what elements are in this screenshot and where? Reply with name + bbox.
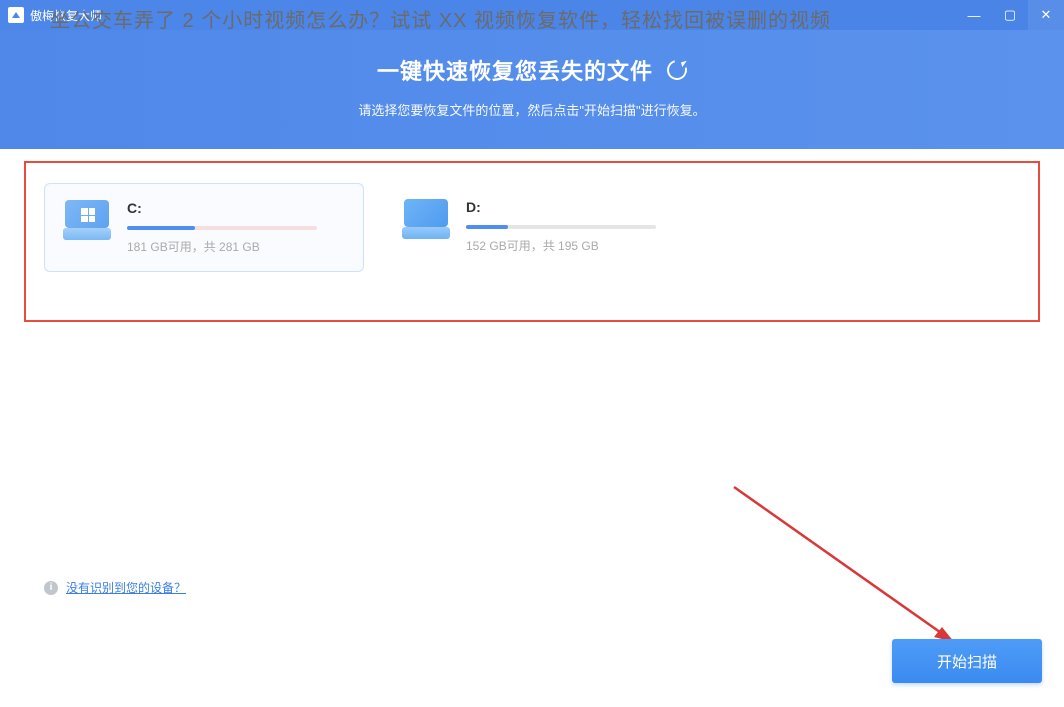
info-icon: i [44,581,58,595]
refresh-icon[interactable] [663,56,690,83]
drives-selection-box: C: 181 GB可用，共 281 GB D: 152 GB可用，共 195 G… [24,161,1040,322]
drive-letter: C: [127,200,345,216]
drive-c-icon [63,200,111,240]
overlay-caption: 坐公交车弄了 2 个小时视频怎么办？试试 XX 视频恢复软件，轻松找回被误删的视… [50,4,831,33]
drive-letter: D: [466,199,686,215]
drive-stats: 152 GB可用，共 195 GB [466,237,686,254]
device-not-found-link[interactable]: 没有识别到您的设备？ [66,579,186,596]
content-area: C: 181 GB可用，共 281 GB D: 152 GB可用，共 195 G… [0,149,1064,707]
drive-usage-bar [466,225,656,229]
drive-d-icon [402,199,450,239]
bottom-area: i 没有识别到您的设备？ [44,579,1020,659]
drive-stats: 181 GB可用，共 281 GB [127,238,345,255]
drive-usage-bar [127,226,317,230]
drive-card-c[interactable]: C: 181 GB可用，共 281 GB [44,183,364,272]
app-logo-icon [8,7,24,23]
close-button[interactable]: ✕ [1028,0,1064,30]
maximize-button[interactable]: ▢ [992,0,1028,30]
header-title: 一键快速恢复您丢失的文件 [377,54,653,86]
drive-card-d[interactable]: D: 152 GB可用，共 195 GB [384,183,704,272]
start-scan-button[interactable]: 开始扫描 [892,639,1042,683]
minimize-button[interactable]: — [956,0,992,30]
header-section: 一键快速恢复您丢失的文件 请选择您要恢复文件的位置，然后点击"开始扫描"进行恢复… [0,30,1064,149]
window-controls: — ▢ ✕ [956,0,1064,30]
header-subtitle: 请选择您要恢复文件的位置，然后点击"开始扫描"进行恢复。 [0,100,1064,119]
